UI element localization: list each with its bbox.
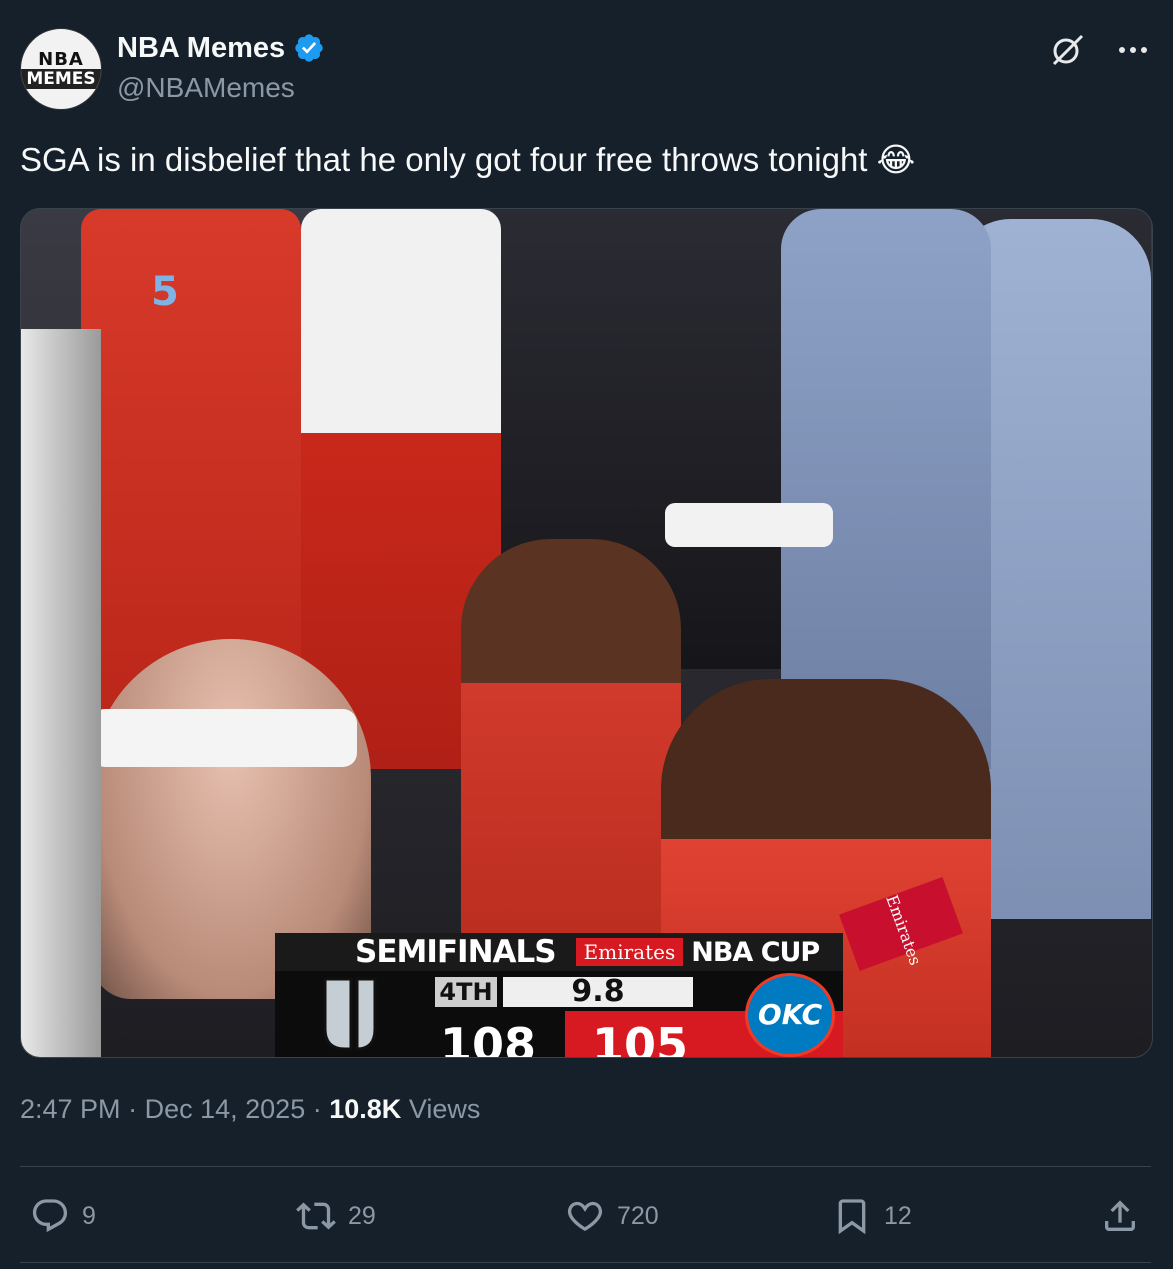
grok-icon[interactable] [1047,30,1087,70]
laughing-emoji-icon: 😂 [876,140,916,179]
divider-bottom [20,1262,1151,1263]
avatar[interactable]: NBA MEMES [20,28,102,110]
scoreboard-quarter: 4TH [435,977,497,1007]
spurs-logo-icon [323,977,377,1051]
tweet-photo[interactable]: 5 Emirates SEMIFINALS Emirates NBA CUP 4… [20,208,1153,1058]
post-time[interactable]: 2:47 PM [20,1094,121,1124]
meta-separator: · [128,1094,138,1124]
repost-count: 29 [348,1201,376,1230]
scoreboard-body: 4TH 9.8 108 105 OKC [275,971,843,1057]
name-row: NBA Memes [117,28,325,68]
like-count: 720 [617,1201,659,1230]
scoreboard-sponsor: Emirates [575,938,684,966]
repost-icon [296,1202,336,1230]
tweet-body: SGA is in disbelief that he only got fou… [20,141,868,178]
like-button[interactable]: 720 [565,1186,659,1246]
scoreboard: SEMIFINALS Emirates NBA CUP 4TH 9.8 108 … [275,933,843,1057]
scoreboard-away-score: 108 [439,1018,537,1057]
tweet-text: SGA is in disbelief that he only got fou… [20,140,1150,180]
left-edge-blur [21,329,101,1057]
tweet-meta: 2:47 PM · Dec 14, 2025 · 10.8K Views [20,1094,480,1125]
scoreboard-round: SEMIFINALS [355,934,557,970]
scoreboard-home-score: 105 [591,1018,689,1057]
repost-button[interactable]: 29 [296,1186,376,1246]
more-icon[interactable] [1113,30,1153,70]
scoreboard-header: SEMIFINALS Emirates NBA CUP [275,933,843,971]
reply-count: 9 [82,1201,96,1230]
action-bar: 9 29 720 12 [20,1186,1151,1246]
header-actions [1047,30,1153,70]
headband [665,503,833,547]
verified-badge-icon[interactable] [293,32,325,64]
bookmark-icon [838,1199,866,1235]
tweet-header: NBA MEMES NBA Memes @NBAMemes [20,26,1153,110]
avatar-logo-top: NBA [38,49,84,70]
post-date[interactable]: Dec 14, 2025 [145,1094,306,1124]
meta-separator-2: · [312,1094,322,1124]
display-name[interactable]: NBA Memes [117,32,285,65]
okc-logo-icon: OKC [745,973,835,1057]
avatar-logo-bottom: MEMES [21,69,101,89]
handle[interactable]: @NBAMemes [117,72,295,104]
share-button[interactable] [1100,1186,1140,1246]
like-icon [567,1201,603,1231]
divider [20,1166,1151,1167]
views-label: Views [408,1094,481,1124]
reply-button[interactable]: 9 [30,1186,96,1246]
bookmark-button[interactable]: 12 [832,1186,912,1246]
reply-icon [32,1199,68,1233]
jersey-number: 5 [151,269,179,315]
views-count: 10.8K [329,1094,402,1124]
bookmark-count: 12 [884,1201,912,1230]
headband-foreground [91,709,357,767]
scoreboard-clock: 9.8 [503,977,693,1007]
scoreboard-event: NBA CUP [691,936,820,968]
share-icon [1105,1200,1135,1231]
